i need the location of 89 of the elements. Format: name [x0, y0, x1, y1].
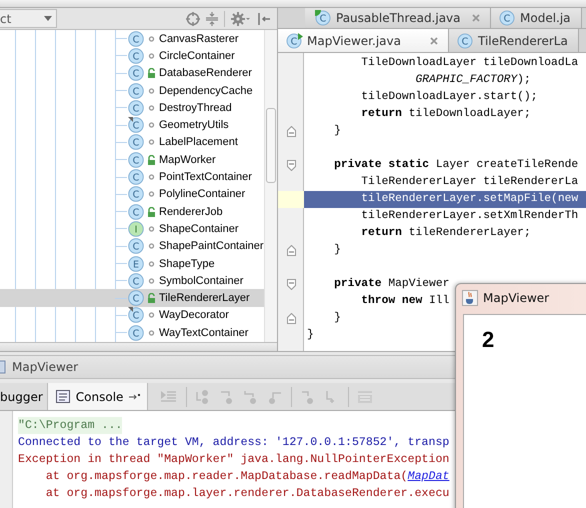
code-line: return tileDownloadLayer;: [360, 106, 531, 122]
class-icon: C: [128, 324, 144, 341]
class-pin-icon: C: [128, 307, 144, 324]
class-icon: C: [128, 82, 144, 99]
tree-item[interactable]: I ShapeContainer: [0, 220, 264, 238]
target-icon[interactable]: [186, 12, 200, 26]
class-icon: C: [128, 238, 144, 254]
class-icon: C: [128, 100, 144, 116]
fold-icon[interactable]: [286, 245, 296, 256]
tree-item[interactable]: C DependencyCache: [0, 82, 264, 100]
tree-item[interactable]: C TileRendererLayer: [0, 289, 264, 307]
tree-item[interactable]: C PolylineContainer: [0, 186, 264, 203]
code-line: return tileRendererLayer;: [360, 226, 531, 241]
window-title: MapViewer: [483, 291, 550, 305]
class-icon: C: [128, 169, 144, 186]
class-icon: C: [128, 134, 144, 150]
caret-icon: [44, 16, 52, 21]
code-line: tileRendererLayer.setXmlRenderTh: [360, 208, 578, 224]
class-icon: C: [128, 186, 144, 202]
collapse-icon[interactable]: [206, 12, 218, 26]
tree-item[interactable]: C WayDecorator: [0, 306, 264, 324]
scrollbar-thumb[interactable]: [266, 108, 276, 183]
tree-item[interactable]: C SymbolContainer: [0, 272, 264, 290]
horizontal-scrollbar[interactable]: [0, 342, 277, 351]
code-line: TileDownloadLayer tileDownloadLa: [360, 56, 578, 71]
class-run-icon: C: [286, 32, 303, 48]
code-line: throw new Ill: [360, 294, 450, 309]
tree-item[interactable]: C MapWorker: [0, 151, 264, 168]
tree-item[interactable]: C CanvasRasterer: [0, 30, 264, 48]
tree-item[interactable]: C GeometryUtils: [0, 116, 264, 134]
code-line: private static Layer createTileRende: [333, 158, 578, 173]
console-line: Connected to the target VM, address: '127.0.0.1:57852', transp: [18, 435, 450, 451]
editor-tab[interactable]: C PausableThread.java: [305, 8, 491, 28]
application-icon: [0, 360, 6, 374]
panel-title: MapViewer: [12, 360, 78, 374]
tree-item[interactable]: C DatabaseRenderer: [0, 64, 264, 82]
code-line: GRAPHIC_FACTORY);: [414, 72, 531, 88]
class-icon: C: [128, 65, 144, 82]
class-icon: C: [128, 204, 144, 220]
close-icon[interactable]: [472, 14, 480, 22]
code-line: private MapViewer: [333, 276, 450, 292]
editor-tab[interactable]: C TileRendererLa: [449, 29, 579, 52]
number-label: 2: [482, 327, 494, 352]
pin-icon[interactable]: [129, 392, 142, 400]
hide-panel-icon[interactable]: [257, 12, 271, 26]
code-line: }: [333, 310, 341, 326]
console-icon: [56, 390, 70, 403]
settings-icon[interactable]: [231, 12, 251, 26]
tree-item[interactable]: C LabelPlacement: [0, 134, 264, 152]
source-link[interactable]: MapDat: [408, 470, 450, 483]
fold-icon[interactable]: [286, 126, 296, 137]
scrollbar[interactable]: [264, 30, 277, 342]
project-view-dropdown[interactable]: ct: [0, 9, 57, 28]
tree-item[interactable]: E ShapeType: [0, 254, 264, 272]
evaluate-icon[interactable]: [357, 388, 374, 404]
step-list-icon[interactable]: [160, 388, 178, 404]
code-line: }: [333, 242, 341, 258]
java-cup-icon: [462, 290, 478, 306]
class-icon: C: [128, 290, 144, 306]
class-icon: C: [457, 32, 474, 48]
code-line: tileDownloadLayer.start();: [360, 90, 538, 105]
tree-item[interactable]: C DestroyThread: [0, 99, 264, 116]
class-pin-icon: C: [128, 117, 144, 134]
tree-item[interactable]: C ShapePaintContainer: [0, 238, 264, 255]
class-icon: C: [128, 30, 144, 47]
class-icon: C: [499, 10, 516, 26]
console-line: Exception in thread "MapWorker" java.lang.NullPointerException: [18, 452, 450, 468]
fold-icon[interactable]: [286, 313, 296, 324]
tree-item[interactable]: C WayTextContainer: [0, 324, 264, 342]
tree-item[interactable]: C RendererJob: [0, 202, 264, 220]
enum-icon: E: [128, 256, 144, 272]
console-line: at org.mapsforge.map.reader.MapDatabase.readMapData(MapDat: [44, 469, 450, 485]
run-panel-tab[interactable]: Console: [48, 383, 148, 410]
tree-item[interactable]: C CircleContainer: [0, 47, 264, 65]
fold-icon[interactable]: [286, 160, 296, 171]
code-line: }: [306, 328, 314, 343]
code-line: }: [333, 124, 341, 139]
console-line: at org.mapsforge.map.layer.renderer.DatabaseRenderer.execu: [44, 486, 450, 502]
class-icon: C: [128, 48, 144, 64]
class-thread-icon: C: [315, 10, 332, 26]
tree-item[interactable]: C PointTextContainer: [0, 168, 264, 186]
close-icon[interactable]: [430, 36, 438, 44]
code-line: TileRendererLayer tileRendererLa: [360, 174, 578, 190]
class-icon: C: [128, 152, 144, 168]
editor-tab[interactable]: C Model.ja: [491, 8, 582, 28]
class-icon: C: [128, 272, 144, 289]
editor-tab[interactable]: C MapViewer.java: [278, 29, 449, 52]
fold-icon[interactable]: [286, 279, 296, 290]
interface-icon: I: [128, 220, 144, 237]
